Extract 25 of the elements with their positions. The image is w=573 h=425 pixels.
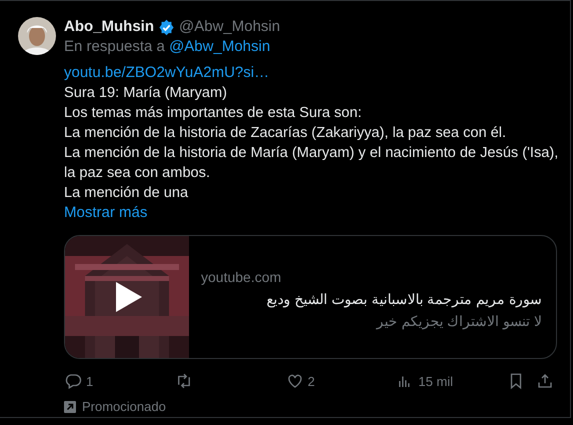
reply-button[interactable]: 1 [64,372,164,390]
views-button[interactable]: 15 mil [396,372,496,390]
share-button[interactable] [536,372,554,390]
post-text: La mención de una [64,184,190,203]
post-text: Los temas más importantes de esta Sura son: [64,104,363,123]
video-link[interactable]: youtu.be/ZBO2wYuA2mU?si… [64,64,270,81]
card-title: سورة مريم مترجمة بالاسبانية بصوت الشيخ وديع [266,290,542,308]
post-text: Sura 19: María (Maryam) [64,84,228,103]
card-description: لا تنسو الاشتراك يجزيكم خير [376,312,542,330]
like-button[interactable]: 2 [286,372,386,390]
share-icon [536,372,554,390]
post-text: La mención de la historia de Zacarías (Zakariyya), la paz sea con él. [64,124,508,143]
reply-icon [64,372,82,390]
avatar[interactable] [18,17,56,55]
promoted-label: Promocionado [82,399,166,414]
reply-label: En respuesta a [64,38,165,55]
reply-link[interactable]: @Abw_Mohsin [169,38,270,55]
show-more-link[interactable]: Mostrar más [64,203,148,223]
author-name[interactable]: Abo_Muhsin [64,17,154,37]
author-handle[interactable]: @Abw_Mohsin [179,17,280,37]
promoted-icon [64,400,76,412]
heart-icon [286,372,304,390]
play-icon[interactable] [116,282,142,312]
post-text: La mención de la historia de María (Maryam) y el nacimiento de Jesús ('Isa), la paz sea con ambos. [64,144,559,183]
card-domain: youtube.com [201,268,282,286]
